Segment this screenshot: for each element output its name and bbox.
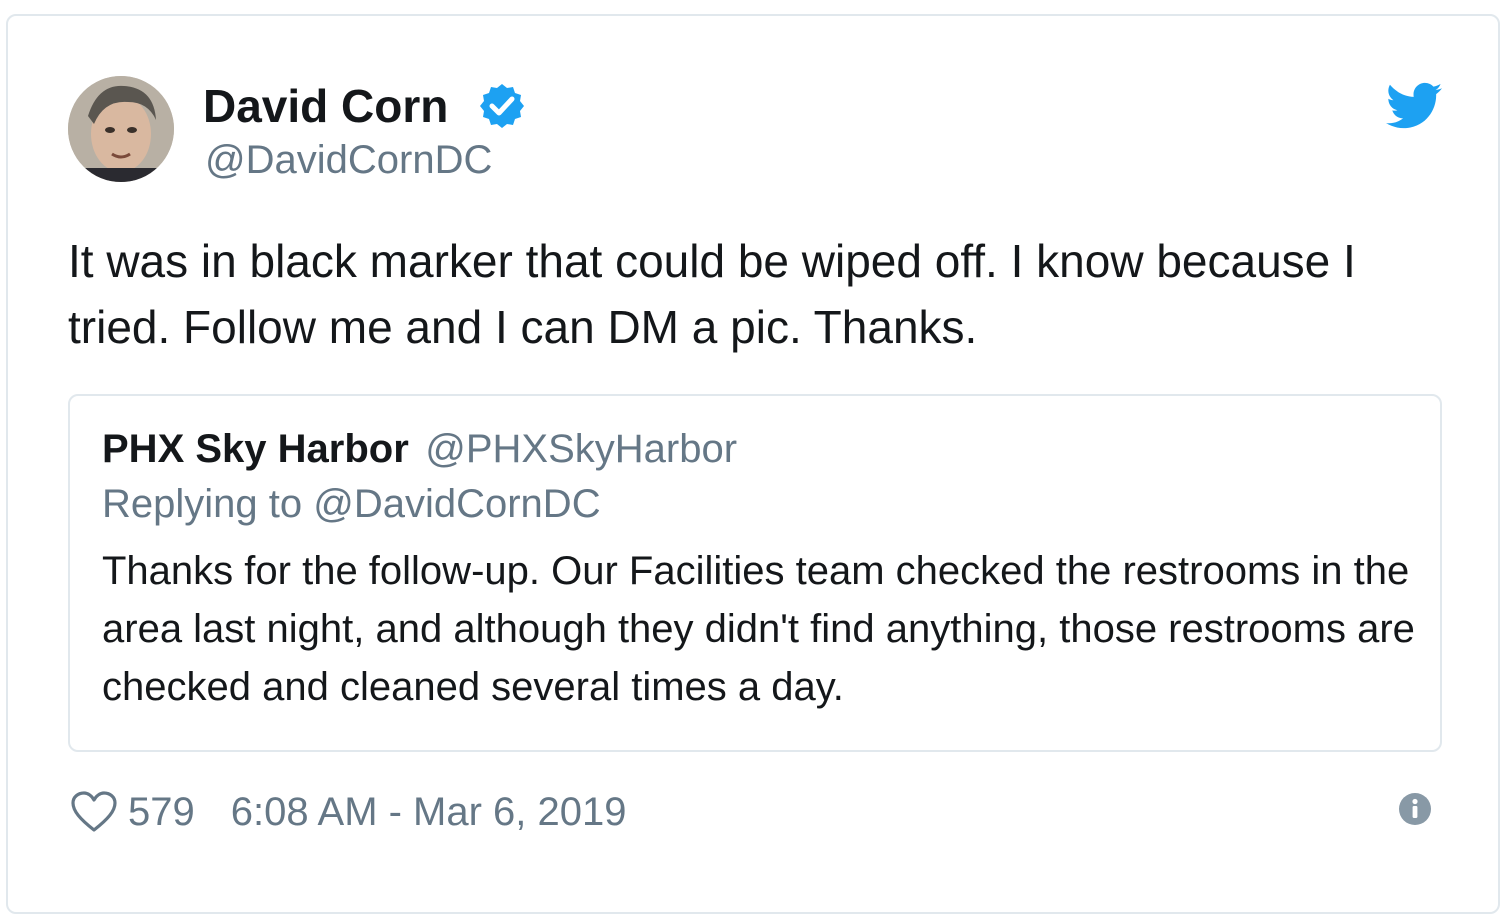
quoted-replying-to: Replying to @DavidCornDC [102,482,601,526]
quoted-author-name: PHX Sky Harbor [102,427,409,471]
quoted-author-handle: @PHXSkyHarbor [425,427,738,471]
timestamp[interactable]: 6:08 AM - Mar 6, 2019 [231,790,627,835]
avatar[interactable] [68,76,174,182]
quoted-tweet[interactable]: PHX Sky Harbor @PHXSkyHarbor Replying to… [68,394,1442,752]
tweet-footer: 579 6:08 AM - Mar 6, 2019 [70,784,627,840]
like-count[interactable]: 579 [128,790,195,835]
twitter-bird-icon[interactable] [1386,82,1442,130]
verified-badge-icon [480,84,524,128]
heart-icon[interactable] [70,790,118,834]
tweet-text: It was in black marker that could be wip… [68,235,1356,353]
author-name[interactable]: David Corn [203,76,448,136]
author-handle[interactable]: @DavidCornDC [205,134,492,186]
quoted-tweet-text: Thanks for the follow-up. Our Facilities… [102,549,1415,709]
info-icon[interactable] [1398,792,1432,826]
tweet-card: David Corn @DavidCornDC It was in black … [6,14,1500,914]
